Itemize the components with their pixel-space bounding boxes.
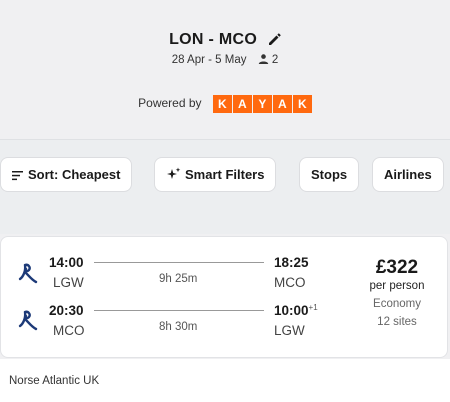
return-arrive-time-value: 10:00: [274, 303, 309, 318]
return-depart-airport: MCO: [53, 323, 85, 338]
sites-count: 12 sites: [377, 316, 417, 328]
norse-logo-icon: [18, 263, 38, 284]
price-note: per person: [369, 280, 425, 292]
kayak-letter: K: [212, 95, 232, 113]
person-icon: [258, 54, 269, 67]
kayak-letter: K: [292, 95, 312, 113]
airlines-label: Airlines: [384, 167, 432, 182]
stops-button[interactable]: Stops: [299, 157, 360, 192]
day-offset: +1: [308, 303, 318, 312]
search-summary-header: LON - MCO 28 Apr - 5 May 2 Powered by K …: [0, 0, 450, 140]
price: £322: [375, 257, 419, 278]
outbound-route-line: [94, 262, 264, 263]
outbound-arrive-airport: MCO: [274, 275, 306, 290]
sort-icon: [12, 171, 23, 181]
smart-filters-label: Smart Filters: [185, 167, 265, 182]
airline-name: Norse Atlantic UK: [9, 375, 100, 387]
kayak-letter: A: [232, 95, 252, 113]
cabin-class: Economy: [373, 298, 421, 310]
trip-dates: 28 Apr - 5 May: [171, 54, 247, 66]
card-footer: Norse Atlantic UK: [0, 359, 450, 402]
sort-label: Sort: Cheapest: [28, 167, 121, 182]
return-arrive-time: 10:00+1: [274, 303, 318, 318]
trip-meta: 28 Apr - 5 May 2: [0, 54, 450, 67]
kayak-logo: K A Y A K: [212, 95, 312, 113]
outbound-depart-airport: LGW: [53, 275, 84, 290]
kayak-letter: Y: [252, 95, 272, 113]
kayak-letter: A: [272, 95, 292, 113]
return-route-line: [94, 310, 264, 311]
outbound-depart-time: 14:00: [49, 255, 84, 270]
airlines-button[interactable]: Airlines: [372, 157, 444, 192]
return-depart-time: 20:30: [49, 303, 84, 318]
smart-filters-button[interactable]: Smart Filters: [154, 157, 277, 192]
sort-button[interactable]: Sort: Cheapest: [0, 157, 133, 192]
sparkle-icon: [167, 167, 181, 179]
outbound-duration: 9h 25m: [159, 273, 198, 285]
pencil-icon[interactable]: [268, 33, 281, 51]
filter-bar: Sort: Cheapest Smart Filters Stops Airli…: [0, 139, 450, 234]
route-title[interactable]: LON - MCO: [0, 31, 450, 51]
powered-by-label: Powered by: [138, 96, 202, 111]
norse-logo-icon: [18, 310, 38, 331]
return-arrive-airport: LGW: [274, 323, 305, 338]
traveller-count: 2: [271, 54, 279, 66]
stops-label: Stops: [311, 167, 348, 182]
flight-result-card[interactable]: 14:00 LGW 9h 25m 18:25 MCO 20:30 MCO 8h …: [0, 236, 448, 358]
return-duration: 8h 30m: [159, 321, 198, 333]
powered-by: Powered by K A Y A K: [0, 95, 450, 113]
route-text: LON - MCO: [169, 31, 258, 48]
outbound-arrive-time: 18:25: [274, 255, 309, 270]
